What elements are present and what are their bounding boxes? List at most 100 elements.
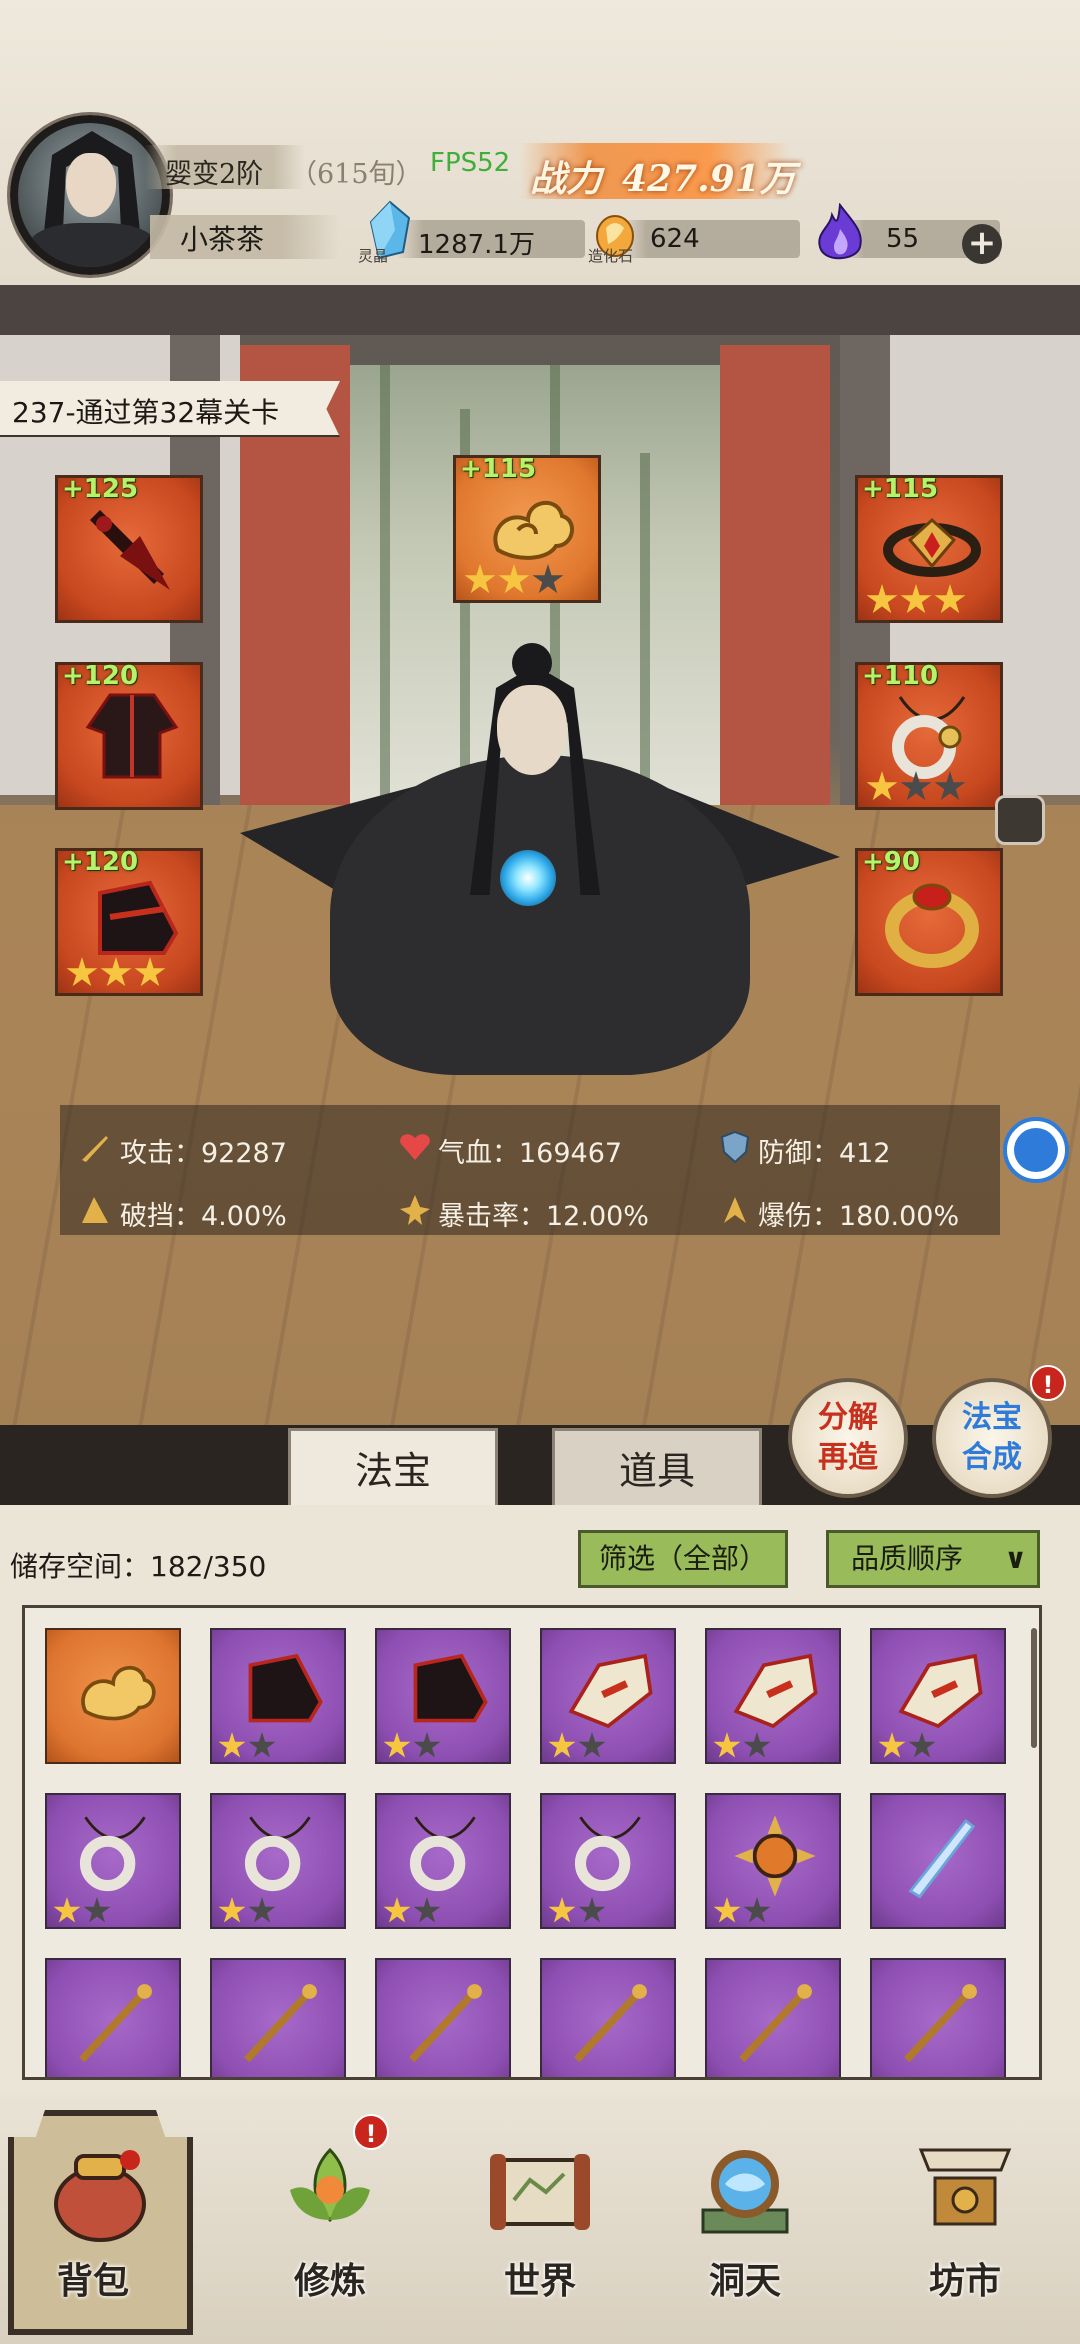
filter-button[interactable]: 筛选（全部） [578, 1530, 788, 1588]
synthesize-label-2: 合成 [962, 1440, 1022, 1475]
sun-emblem-icon [734, 1815, 816, 1897]
inventory-item[interactable] [210, 1958, 346, 2077]
notification-badge: ! [1030, 1365, 1066, 1401]
inventory-item[interactable] [540, 1628, 676, 1764]
tab-treasure[interactable]: 法宝 [288, 1428, 498, 1508]
sort-dropdown[interactable]: 品质顺序 ∨ [826, 1530, 1040, 1588]
equip-slot-necklace[interactable]: +110 [855, 661, 1003, 810]
nav-cultivation[interactable]: ! 修炼 [245, 2110, 415, 2330]
headband-icon [883, 517, 981, 577]
star-icon [548, 1897, 576, 1923]
inventory-item[interactable] [45, 1793, 181, 1929]
enhance-level: +120 [62, 661, 139, 691]
inventory-item[interactable] [375, 1958, 511, 2077]
staff-icon [739, 1984, 812, 2063]
tab-items[interactable]: 道具 [552, 1428, 762, 1508]
assistant-button[interactable] [1003, 1117, 1069, 1183]
hero-robe [330, 755, 750, 1075]
pendant-icon [574, 1816, 641, 1892]
equip-slot-armor[interactable]: +120 [55, 661, 203, 810]
nav-market-label: 坊市 [928, 2260, 1001, 2302]
star-empty-icon [248, 1897, 276, 1923]
star-icon [866, 584, 898, 614]
star-empty-icon [908, 1732, 936, 1758]
inventory-item[interactable] [540, 1958, 676, 2077]
star-icon [713, 1732, 741, 1758]
star-empty-icon [743, 1732, 771, 1758]
inventory-item[interactable] [705, 1793, 841, 1929]
add-resource-button[interactable]: + [962, 224, 1002, 264]
star-rating [548, 1897, 606, 1925]
equip-slot-treasure[interactable]: +115 [453, 454, 601, 603]
equip-slot-headband[interactable]: +115 [855, 474, 1003, 623]
inventory-item[interactable] [705, 1628, 841, 1764]
inventory-scrollbar[interactable] [1031, 1628, 1037, 1748]
purple-flame-value: 55 [886, 224, 920, 254]
star-empty-icon [83, 1897, 111, 1923]
star-rating [464, 564, 564, 596]
inventory-item[interactable] [210, 1628, 346, 1764]
inventory-item[interactable] [45, 1958, 181, 2077]
nav-cave[interactable]: 洞天 [660, 2110, 830, 2330]
equip-slot-ring[interactable]: +90 [855, 847, 1003, 996]
inventory-item[interactable] [45, 1628, 181, 1764]
crit-rate-stat: 暴击率：12.00% [438, 1201, 649, 1232]
inventory-item[interactable] [375, 1793, 511, 1929]
gauntlet-icon [568, 1653, 653, 1729]
star-icon [866, 771, 898, 801]
star-rating [383, 1732, 441, 1760]
star-empty-icon [578, 1897, 606, 1923]
shield-icon [720, 1130, 750, 1164]
golden-cloud-icon [81, 1665, 156, 1721]
creation-stone-value: 624 [650, 224, 700, 254]
combat-power-value: 427.91万 [622, 158, 796, 200]
star-rating [66, 957, 166, 989]
inventory-item[interactable] [870, 1793, 1006, 1929]
player-avatar[interactable] [10, 115, 170, 275]
enhance-level: +125 [62, 474, 139, 504]
star-icon [218, 1897, 246, 1923]
equip-slot-boots[interactable]: +120 [55, 847, 203, 996]
star-rating [218, 1732, 276, 1760]
roof-beam [0, 285, 1080, 335]
inventory-item[interactable] [540, 1793, 676, 1929]
boots-icon [248, 1653, 323, 1723]
heart-icon [400, 1134, 430, 1160]
avatar-face [66, 153, 116, 217]
enhance-level: +110 [862, 661, 939, 691]
defense-stat: 防御：412 [758, 1138, 891, 1169]
hero-head [497, 685, 567, 775]
equip-slot-weapon[interactable]: +125 [55, 474, 203, 623]
ring-icon [885, 883, 979, 968]
spirit-crystal-caption: 灵晶 [358, 247, 389, 265]
nav-bag[interactable]: 背包 [8, 2110, 193, 2335]
star-empty-icon [578, 1732, 606, 1758]
inventory-item[interactable] [870, 1628, 1006, 1764]
nav-market[interactable]: 坊市 [880, 2110, 1050, 2330]
camera-button[interactable] [995, 795, 1045, 845]
crit-damage-icon [724, 1197, 746, 1223]
inventory-item[interactable] [705, 1958, 841, 2077]
gauntlet-icon [898, 1653, 983, 1729]
star-rating [713, 1732, 771, 1760]
decompose-button[interactable]: 分解 再造 [788, 1378, 908, 1498]
star-icon [878, 1732, 906, 1758]
spirit-crystal-value: 1287.1万 [418, 230, 535, 260]
decompose-label-1: 分解 [818, 1400, 878, 1435]
inventory-item[interactable] [870, 1958, 1006, 2077]
inventory-item[interactable] [375, 1628, 511, 1764]
synthesize-button[interactable]: 法宝 合成 [932, 1378, 1052, 1498]
inventory-item[interactable] [210, 1793, 346, 1929]
star-icon [53, 1897, 81, 1923]
nav-cultivation-label: 修炼 [293, 2260, 366, 2302]
hero-topknot [512, 643, 552, 683]
star-rating [383, 1897, 441, 1925]
nav-world[interactable]: 世界 [455, 2110, 625, 2330]
attack-stat: 攻击：92287 [120, 1138, 287, 1169]
crit-icon [400, 1195, 430, 1225]
right-door [720, 345, 830, 805]
star-rating [866, 771, 966, 803]
star-icon [383, 1897, 411, 1923]
star-empty-icon [413, 1897, 441, 1923]
purple-flame-icon [818, 203, 862, 260]
